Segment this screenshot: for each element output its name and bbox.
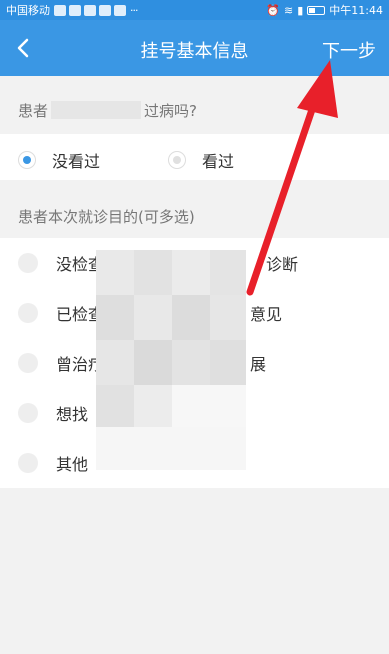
annotation-arrow — [246, 60, 338, 296]
